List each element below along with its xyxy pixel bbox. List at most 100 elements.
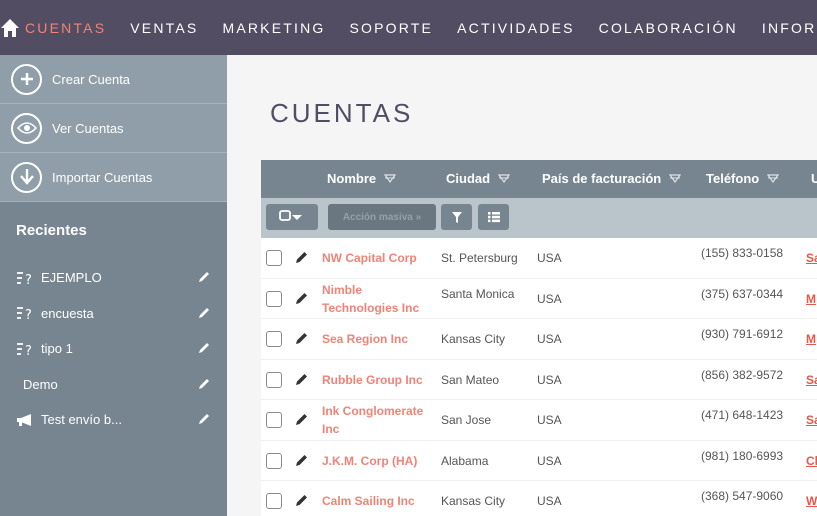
list-question-icon: ? — [16, 271, 41, 285]
assigned-user-link[interactable]: Sa — [806, 251, 817, 265]
column-header-ciudad[interactable]: Ciudad — [446, 171, 511, 186]
row-checkbox[interactable] — [266, 412, 282, 428]
account-city: San Mateo — [441, 372, 500, 387]
select-dropdown-button[interactable] — [266, 204, 318, 230]
account-name-link[interactable]: Sea Region Inc — [322, 330, 432, 348]
column-header-nombre[interactable]: Nombre — [327, 171, 397, 186]
filter-button[interactable] — [441, 204, 472, 230]
recent-item[interactable]: Demo — [0, 367, 227, 403]
column-label: País de facturación — [542, 171, 662, 186]
pencil-icon[interactable] — [295, 372, 309, 389]
plus-icon — [11, 63, 42, 95]
row-checkbox[interactable] — [266, 493, 282, 509]
table-row: Calm Sailing Inc Kansas City USA (368) 5… — [261, 481, 817, 516]
account-country: USA — [537, 291, 562, 306]
table-row: Nimble Technologies Inc Santa Monica USA… — [261, 278, 817, 319]
pencil-icon[interactable] — [197, 270, 211, 287]
assigned-user-link[interactable]: Sa — [806, 413, 817, 427]
nav-item-actividades[interactable]: ACTIVIDADES — [457, 20, 575, 36]
pencil-icon[interactable] — [197, 412, 211, 429]
list-question-icon: ? — [16, 342, 41, 356]
row-checkbox[interactable] — [266, 452, 282, 469]
account-city: Kansas City — [441, 332, 506, 346]
sort-icon — [767, 173, 780, 183]
recent-item[interactable]: ? tipo 1 — [0, 331, 227, 367]
recent-title: Recientes — [16, 222, 87, 239]
nav-item-informes[interactable]: INFORMES — [762, 20, 817, 36]
account-city: St. Petersburg — [441, 251, 518, 265]
account-country: USA — [537, 251, 562, 265]
column-label: Teléfono — [706, 171, 760, 186]
assigned-user-link[interactable]: M — [806, 292, 816, 306]
nav-item-marketing[interactable]: MARKETING — [222, 20, 325, 36]
account-phone: (375) 637-0344 — [701, 286, 784, 301]
recent-item[interactable]: ? encuesta — [0, 296, 227, 332]
nav-item-ventas[interactable]: VENTAS — [130, 20, 198, 36]
column-header-telefono[interactable]: Teléfono — [706, 171, 780, 186]
import-accounts-action[interactable]: Importar Cuentas — [0, 153, 227, 202]
table-row: Rubble Group Inc San Mateo USA (856) 382… — [261, 359, 817, 400]
create-account-action[interactable]: Crear Cuenta — [0, 55, 227, 104]
account-name-link[interactable]: Nimble Technologies Inc — [322, 281, 432, 317]
pencil-icon[interactable] — [295, 453, 309, 470]
column-header-pais-facturacion[interactable]: País de facturación — [542, 171, 682, 186]
assigned-user-link[interactable]: W — [806, 494, 817, 508]
bulk-action-button[interactable]: Acción masiva » — [328, 204, 436, 230]
nav-item-colaboracion[interactable]: COLABORACIÓN — [599, 20, 738, 36]
column-header-usuario[interactable]: U — [811, 171, 817, 186]
pencil-icon[interactable] — [295, 493, 309, 510]
table-body: NW Capital Corp St. Petersburg USA (155)… — [261, 238, 817, 516]
assigned-user-link[interactable]: Ch — [806, 454, 817, 468]
view-accounts-action[interactable]: Ver Cuentas — [0, 104, 227, 153]
nav-item-cuentas[interactable]: CUENTAS — [25, 20, 106, 36]
pencil-icon[interactable] — [295, 291, 309, 308]
recent-item-label: tipo 1 — [41, 341, 73, 357]
account-name-link[interactable]: Rubble Group Inc — [322, 371, 432, 389]
pencil-icon[interactable] — [197, 306, 211, 323]
page-title: CUENTAS — [270, 98, 414, 128]
assigned-user-link[interactable]: Sa — [806, 373, 817, 387]
account-name-link[interactable]: NW Capital Corp — [322, 249, 432, 267]
account-name-link[interactable]: J.K.M. Corp (HA) — [322, 452, 432, 470]
column-label: U — [811, 171, 817, 186]
view-accounts-label: Ver Cuentas — [52, 120, 124, 136]
recent-item-label: Demo — [23, 376, 58, 392]
account-country: USA — [537, 372, 562, 387]
account-name-link[interactable]: Calm Sailing Inc — [322, 492, 432, 510]
pencil-icon[interactable] — [197, 377, 211, 394]
account-phone: (368) 547-9060 — [701, 489, 784, 503]
account-city: Kansas City — [441, 494, 506, 508]
account-country: USA — [537, 453, 562, 468]
pencil-icon[interactable] — [295, 250, 309, 267]
row-checkbox[interactable] — [266, 250, 282, 266]
account-city: Alabama — [441, 453, 489, 468]
svg-text:?: ? — [25, 344, 32, 356]
row-checkbox[interactable] — [266, 331, 282, 347]
row-checkbox[interactable] — [266, 371, 282, 388]
assigned-user-link[interactable]: M — [806, 332, 816, 346]
account-phone: (471) 648-1423 — [701, 408, 784, 422]
pencil-icon[interactable] — [197, 341, 211, 358]
svg-text:?: ? — [25, 308, 32, 320]
row-checkbox[interactable] — [266, 290, 282, 307]
accounts-table: Nombre Ciudad País de facturación Teléfo… — [261, 160, 817, 516]
sidebar: Crear Cuenta Ver Cuentas Importar Cuenta… — [0, 55, 227, 516]
nav-item-soporte[interactable]: SOPORTE — [349, 20, 433, 36]
pencil-icon[interactable] — [295, 331, 309, 348]
download-icon — [11, 161, 42, 193]
list-question-icon: ? — [16, 306, 41, 320]
account-country: USA — [537, 494, 562, 508]
account-city: Santa Monica — [441, 286, 515, 301]
recent-item[interactable]: Test envío b... — [0, 402, 227, 438]
list-icon — [487, 212, 500, 223]
column-chooser-button[interactable] — [478, 204, 509, 230]
home-button[interactable] — [0, 0, 20, 55]
table-header: Nombre Ciudad País de facturación Teléfo… — [261, 160, 817, 198]
megaphone-icon — [16, 413, 41, 427]
recent-item-label: Test envío b... — [41, 412, 122, 428]
account-name-link[interactable]: Ink Conglomerate Inc — [322, 402, 432, 438]
pencil-icon[interactable] — [295, 412, 309, 429]
checkbox-dropdown-icon — [279, 210, 302, 221]
recent-item[interactable]: ? EJEMPLO — [0, 260, 227, 296]
eye-icon — [11, 112, 42, 144]
